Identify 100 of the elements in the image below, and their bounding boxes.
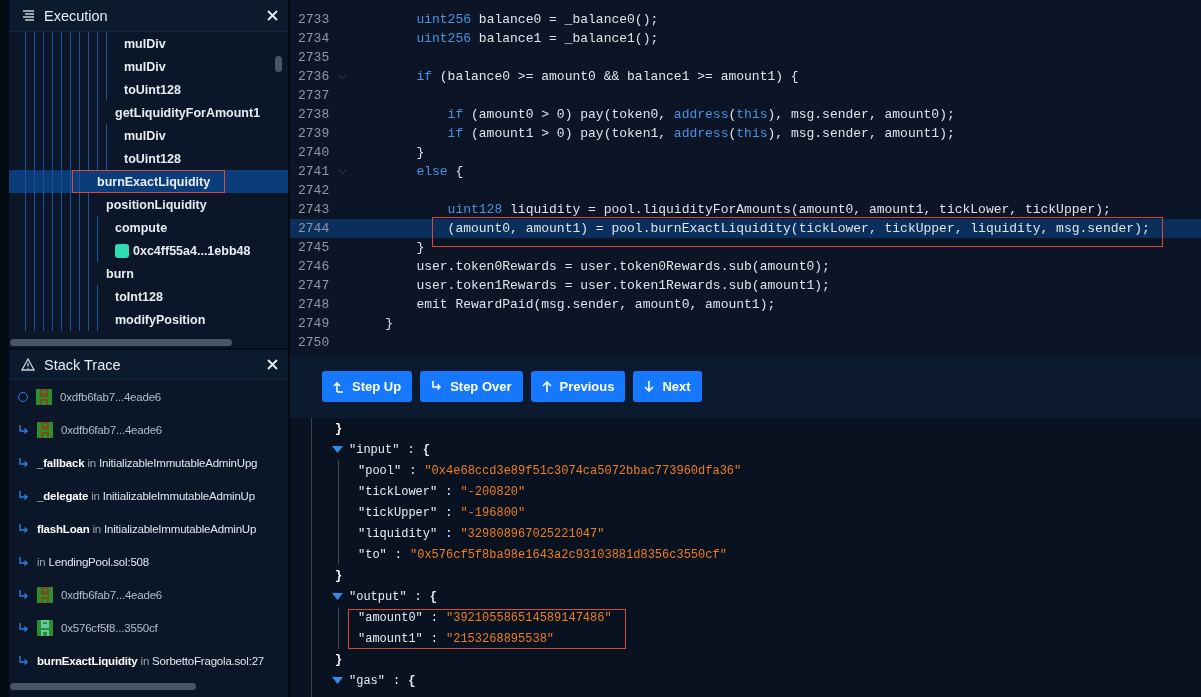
tree-item[interactable]: burnExactLiquidity [9, 170, 288, 193]
json-value: "2153268895538" [446, 631, 555, 646]
opening-brace: { [422, 442, 430, 457]
caret-down-icon[interactable] [332, 593, 343, 600]
line-number: 2748 [297, 297, 331, 312]
json-value: "329808967025221047" [460, 526, 605, 541]
line-number: 2736 [297, 69, 331, 84]
code-line: uint256 balance1 = _balance1(); [415, 31, 659, 46]
code-line: (amount0, amount1) = pool.burnExactLiquidity(tickLower, tickUpper, liquidity, msg.sender); [446, 221, 1150, 236]
list-icon [21, 10, 35, 21]
closing-brace: } [335, 568, 343, 583]
address-link[interactable]: 0x576cf5f8...3550cf [61, 621, 158, 634]
json-key: "amount0" [358, 610, 423, 625]
line-number: 2735 [297, 50, 331, 65]
stack-frame-label[interactable]: in LendingPool.sol:508 [37, 555, 149, 568]
colon: : [393, 673, 401, 688]
step-up-button[interactable]: Step Up [322, 371, 413, 402]
line-number: 2746 [297, 259, 331, 274]
scrollbar-thumb[interactable] [10, 683, 196, 690]
code-line: } [415, 145, 425, 160]
json-key: "pool" [358, 463, 402, 478]
code-line: emit RewardPaid(msg.sender, amount0, amount1); [415, 297, 776, 312]
json-key: "tickUpper" [358, 505, 438, 520]
colon: : [430, 631, 438, 646]
line-number: 2747 [297, 278, 331, 293]
colon: : [409, 463, 417, 478]
tree-item[interactable]: positionLiquidity [9, 193, 288, 216]
stack-frame-label[interactable]: _delegate in InitializableImmutableAdminUp [37, 489, 255, 502]
code-line: else { [415, 164, 464, 179]
step-up-icon [333, 380, 344, 393]
panel-title: Stack Trace [44, 356, 122, 373]
json-value: "-200820" [460, 484, 526, 499]
code-line: user.token0Rewards = user.token0Rewards.sub(amount0); [415, 259, 830, 274]
opening-brace: { [429, 589, 437, 604]
line-number: 2741 [297, 164, 331, 179]
caret-down-icon[interactable] [332, 446, 343, 453]
warning-icon [21, 358, 35, 371]
json-key: "gas" [349, 673, 385, 688]
close-icon[interactable] [267, 359, 278, 370]
colon: : [445, 484, 453, 499]
json-value: "392105586514589147486" [446, 610, 612, 625]
tree-item[interactable]: 0xc4ff55a4...1ebb48 [9, 239, 288, 262]
colon: : [414, 589, 422, 604]
tree-item[interactable]: burn [9, 262, 288, 285]
json-key: "output" [349, 589, 407, 604]
line-number: 2745 [297, 240, 331, 255]
tree-item[interactable]: modifyPosition [9, 308, 288, 331]
scrollbar-thumb[interactable] [10, 339, 232, 346]
line-number: 2750 [297, 335, 331, 350]
tree-item[interactable]: mulDiv [9, 32, 288, 55]
colon: : [445, 526, 453, 541]
opening-brace: { [408, 673, 416, 688]
step-over-button[interactable]: Step Over [420, 371, 523, 402]
stack-frame-label[interactable]: _fallback in InitializableImmutableAdminUpg [37, 456, 258, 469]
line-number: 2742 [297, 183, 331, 198]
return-arrow-icon [431, 381, 443, 392]
json-key: "to" [358, 547, 387, 562]
json-key: "amount1" [358, 631, 423, 646]
tree-item[interactable]: mulDiv [9, 124, 288, 147]
colon: : [407, 442, 415, 457]
code-line: uint256 balance0 = _balance0(); [415, 12, 659, 27]
tree-item[interactable]: mulDiv [9, 55, 288, 78]
line-number: 2749 [297, 316, 331, 331]
colon: : [430, 610, 438, 625]
line-number: 2744 [297, 221, 331, 236]
caret-down-icon[interactable] [332, 677, 343, 684]
code-line: } [415, 240, 425, 255]
line-number: 2743 [297, 202, 331, 217]
arrow-down-icon [644, 381, 655, 392]
code-line: if (amount0 > 0) pay(token0, address(this), msg.sender, amount0); [446, 107, 955, 122]
next-button[interactable]: Next [633, 371, 702, 402]
scrollbar-thumb[interactable] [275, 56, 282, 72]
contract-icon [115, 243, 129, 258]
line-number: 2738 [297, 107, 331, 122]
arrow-up-icon [541, 381, 552, 392]
stack-frame-label[interactable]: burnExactLiquidity in SorbettoFragola.sol:27 [37, 654, 265, 667]
stack-frame-label[interactable]: flashLoan in InitializableImmutableAdminUp [37, 522, 257, 535]
tree-item[interactable]: toInt128 [9, 285, 288, 308]
tree-item[interactable]: compute [9, 216, 288, 239]
json-key: "tickLower" [358, 484, 438, 499]
address-link[interactable]: 0xdfb6fab7...4eade6 [60, 390, 162, 403]
previous-button[interactable]: Previous [530, 371, 626, 402]
tree-item[interactable]: toUint128 [9, 147, 288, 170]
json-value: "0x576cf5f8ba98e1643a2c93103881d8356c3550cf" [410, 547, 727, 562]
code-line: user.token1Rewards = user.token1Rewards.sub(amount1); [415, 278, 830, 293]
line-number: 2737 [297, 88, 331, 103]
line-number: 2734 [297, 31, 331, 46]
tree-item[interactable]: toUint128 [9, 78, 288, 101]
closing-brace: } [335, 652, 343, 667]
code-line: if (balance0 >= amount0 && balance1 >= amount1) { [415, 69, 799, 84]
tree-item[interactable]: getLiquidityForAmount1 [9, 101, 288, 124]
address-link[interactable]: 0xdfb6fab7...4eade6 [61, 423, 163, 436]
code-line: if (amount1 > 0) pay(token1, address(this), msg.sender, amount1); [446, 126, 955, 141]
json-value: "0x4e68ccd3e89f51c3074ca5072bbac773960dfa36" [424, 463, 742, 478]
address-link[interactable]: 0xdfb6fab7...4eade6 [61, 588, 163, 601]
line-number: 2740 [297, 145, 331, 160]
line-number: 2739 [297, 126, 331, 141]
json-key: "input" [349, 442, 400, 457]
close-icon[interactable] [267, 10, 278, 21]
closing-brace: } [335, 421, 343, 436]
